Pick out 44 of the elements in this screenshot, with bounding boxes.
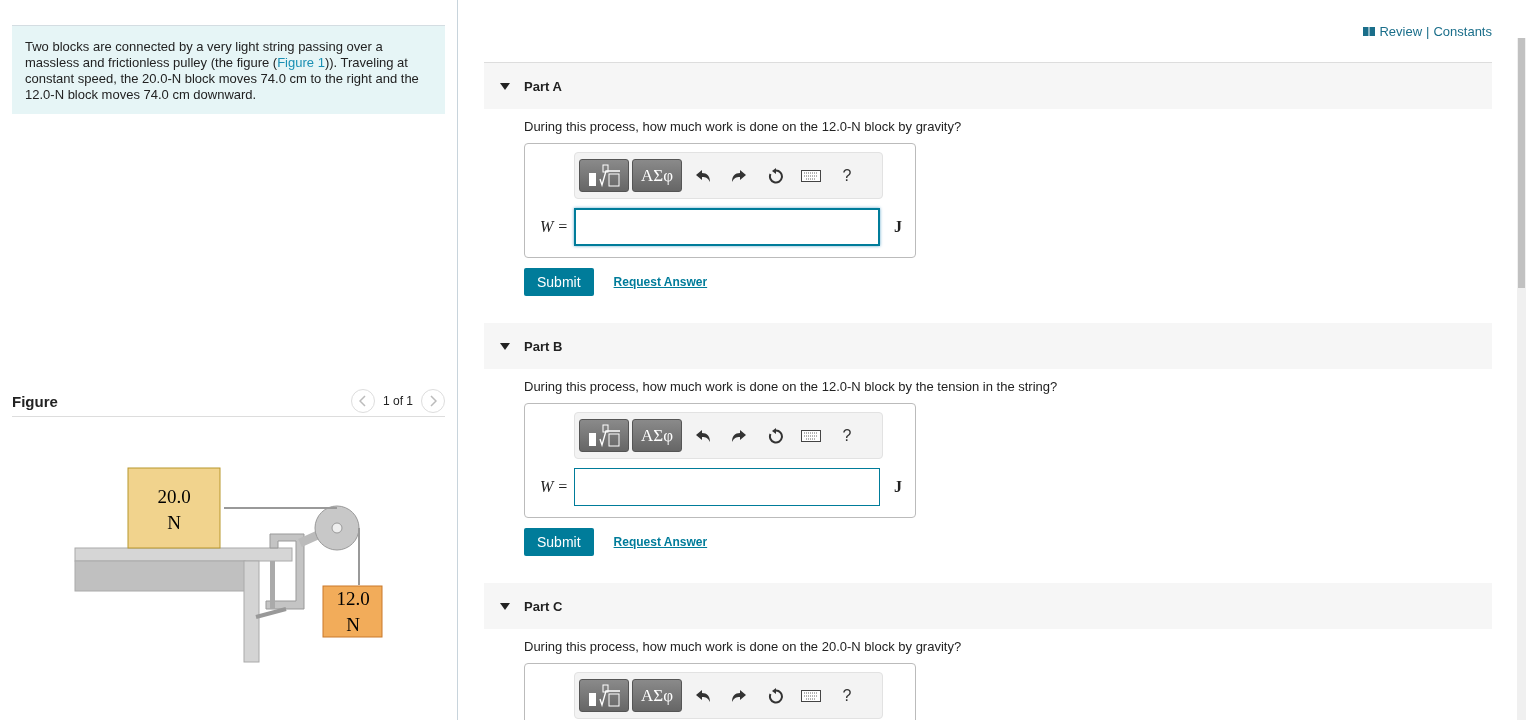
answer-field[interactable] <box>574 208 880 246</box>
figure-pager: 1 of 1 <box>382 394 413 408</box>
help-button[interactable]: ? <box>829 166 865 185</box>
figure-link[interactable]: Figure 1 <box>277 55 325 70</box>
block-drawing <box>322 585 383 638</box>
templates-button[interactable] <box>579 159 629 192</box>
variable-label: W = <box>538 218 569 236</box>
chevron-right-icon <box>429 395 437 407</box>
symbols-button[interactable]: ΑΣφ <box>632 419 682 452</box>
unit-label: N <box>167 512 181 533</box>
submit-button[interactable]: Submit <box>524 268 594 296</box>
submit-button[interactable]: Submit <box>524 528 594 556</box>
question-text: During this process, how much work is done on the 12.0-N block by the tension in the string? <box>524 379 1059 394</box>
link-separator: | <box>1426 23 1430 39</box>
help-button[interactable]: ? <box>829 686 865 705</box>
constants-link[interactable]: Constants <box>1433 23 1492 39</box>
expand-down-icon[interactable] <box>500 342 510 350</box>
answer-field[interactable] <box>574 468 880 506</box>
unit-label: N <box>346 614 360 635</box>
weight-label: 20.0 <box>157 486 191 507</box>
request-answer-link[interactable]: Request Answer <box>613 535 708 549</box>
templates-button[interactable] <box>579 419 629 452</box>
string-line <box>358 527 360 586</box>
variable-label: W = <box>538 478 569 496</box>
expand-down-icon[interactable] <box>500 602 510 610</box>
problem-text: Two blocks are connected by a very light string passing over a massless and frictionless pulley (the figure (Figure 1)). Traveling at constant speed, the 20.0-N block moves 74.0 cm to the right and the 12.0-N block moves 74.0 cm downward. <box>12 25 445 114</box>
part-header[interactable]: Part A <box>484 63 1492 109</box>
chevron-left-icon <box>358 395 367 407</box>
weight-label: 12.0 <box>336 588 370 609</box>
book-icon <box>1363 26 1376 36</box>
part-header[interactable]: Part C <box>484 583 1492 629</box>
question-text: During this process, how much work is done on the 12.0-N block by gravity? <box>524 119 963 134</box>
symbols-button[interactable]: ΑΣφ <box>632 679 682 712</box>
question-text: During this process, how much work is done on the 20.0-N block by gravity? <box>524 639 963 654</box>
review-link[interactable]: Review <box>1379 23 1423 39</box>
unit-label: J <box>894 478 902 496</box>
unit-label: J <box>894 218 902 236</box>
request-answer-link[interactable]: Request Answer <box>613 275 708 289</box>
help-button[interactable]: ? <box>829 426 865 445</box>
part-header[interactable]: Part B <box>484 323 1492 369</box>
expand-down-icon[interactable] <box>500 82 510 90</box>
symbols-button[interactable]: ΑΣφ <box>632 159 682 192</box>
figure-title: Figure <box>12 392 59 410</box>
templates-button[interactable] <box>579 679 629 712</box>
